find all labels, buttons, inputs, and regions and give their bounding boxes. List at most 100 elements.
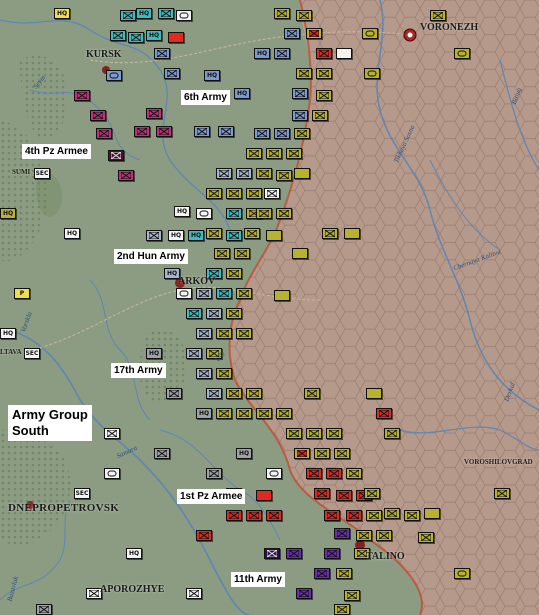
unit-counter[interactable] xyxy=(314,488,330,499)
unit-counter[interactable] xyxy=(274,8,290,19)
unit-counter[interactable] xyxy=(96,128,112,139)
unit-counter[interactable] xyxy=(176,288,192,299)
unit-counter[interactable] xyxy=(226,208,242,219)
unit-counter[interactable] xyxy=(186,588,202,599)
unit-counter[interactable] xyxy=(266,468,282,479)
unit-counter[interactable] xyxy=(206,188,222,199)
unit-counter[interactable] xyxy=(216,168,232,179)
unit-counter[interactable] xyxy=(186,348,202,359)
unit-counter[interactable]: P xyxy=(14,288,30,299)
unit-counter[interactable] xyxy=(196,208,212,219)
unit-counter[interactable] xyxy=(366,510,382,521)
unit-counter[interactable] xyxy=(108,150,124,161)
unit-counter[interactable] xyxy=(196,288,212,299)
unit-counter[interactable] xyxy=(214,248,230,259)
unit-counter[interactable] xyxy=(334,604,350,615)
unit-counter[interactable] xyxy=(326,428,342,439)
unit-counter[interactable] xyxy=(186,308,202,319)
unit-counter[interactable] xyxy=(276,170,292,181)
unit-counter[interactable] xyxy=(226,308,242,319)
unit-counter[interactable] xyxy=(104,468,120,479)
unit-counter[interactable] xyxy=(218,126,234,137)
unit-counter[interactable] xyxy=(256,408,272,419)
unit-counter[interactable] xyxy=(276,408,292,419)
unit-counter[interactable] xyxy=(336,490,352,501)
unit-counter[interactable] xyxy=(206,388,222,399)
unit-counter[interactable] xyxy=(384,428,400,439)
unit-counter[interactable]: HQ xyxy=(254,48,270,59)
unit-counter[interactable] xyxy=(196,368,212,379)
unit-counter[interactable] xyxy=(276,208,292,219)
unit-counter[interactable]: HQ xyxy=(64,228,80,239)
unit-counter[interactable] xyxy=(120,10,136,21)
unit-counter[interactable] xyxy=(36,604,52,615)
unit-counter[interactable] xyxy=(326,468,342,479)
unit-counter[interactable] xyxy=(158,8,174,19)
unit-counter[interactable]: SEC xyxy=(74,488,90,499)
unit-counter[interactable]: SEC xyxy=(24,348,40,359)
unit-counter[interactable] xyxy=(256,208,272,219)
unit-counter[interactable] xyxy=(316,90,332,101)
unit-counter[interactable] xyxy=(244,228,260,239)
unit-counter[interactable] xyxy=(418,532,434,543)
unit-counter[interactable] xyxy=(292,248,308,259)
unit-counter[interactable] xyxy=(306,468,322,479)
unit-counter[interactable] xyxy=(264,188,280,199)
unit-counter[interactable] xyxy=(128,32,144,43)
unit-counter[interactable] xyxy=(266,148,282,159)
unit-counter[interactable] xyxy=(164,68,180,79)
unit-counter[interactable] xyxy=(216,288,232,299)
unit-counter[interactable] xyxy=(146,108,162,119)
unit-counter[interactable] xyxy=(376,530,392,541)
unit-counter[interactable] xyxy=(336,48,352,59)
unit-counter[interactable] xyxy=(206,228,222,239)
unit-counter[interactable] xyxy=(454,568,470,579)
unit-counter[interactable] xyxy=(194,126,210,137)
unit-counter[interactable] xyxy=(430,10,446,21)
unit-counter[interactable] xyxy=(274,290,290,301)
unit-counter[interactable] xyxy=(236,328,252,339)
unit-counter[interactable] xyxy=(226,230,242,241)
unit-counter[interactable] xyxy=(494,488,510,499)
unit-counter[interactable] xyxy=(306,28,322,39)
unit-counter[interactable] xyxy=(90,110,106,121)
unit-counter[interactable] xyxy=(264,548,280,559)
unit-counter[interactable] xyxy=(366,388,382,399)
unit-counter[interactable] xyxy=(334,448,350,459)
unit-counter[interactable] xyxy=(118,170,134,181)
unit-counter[interactable]: HQ xyxy=(0,328,16,339)
unit-counter[interactable]: HQ xyxy=(188,230,204,241)
unit-counter[interactable]: HQ xyxy=(234,88,250,99)
unit-counter[interactable] xyxy=(236,168,252,179)
unit-counter[interactable] xyxy=(110,30,126,41)
unit-counter[interactable] xyxy=(216,328,232,339)
unit-counter[interactable] xyxy=(206,308,222,319)
unit-counter[interactable]: HQ xyxy=(0,208,16,219)
unit-counter[interactable] xyxy=(336,568,352,579)
unit-counter[interactable] xyxy=(316,48,332,59)
unit-counter[interactable] xyxy=(256,168,272,179)
unit-counter[interactable] xyxy=(168,32,184,43)
unit-counter[interactable] xyxy=(346,510,362,521)
unit-counter[interactable] xyxy=(166,388,182,399)
unit-counter[interactable] xyxy=(314,448,330,459)
unit-counter[interactable] xyxy=(154,448,170,459)
unit-counter[interactable] xyxy=(176,10,192,21)
unit-counter[interactable] xyxy=(364,68,380,79)
unit-counter[interactable]: HQ xyxy=(126,548,142,559)
unit-counter[interactable] xyxy=(312,110,328,121)
unit-counter[interactable]: HQ xyxy=(54,8,70,19)
unit-counter[interactable] xyxy=(266,510,282,521)
unit-counter[interactable] xyxy=(454,48,470,59)
unit-counter[interactable] xyxy=(334,528,350,539)
unit-counter[interactable] xyxy=(304,388,320,399)
unit-counter[interactable] xyxy=(344,590,360,601)
unit-counter[interactable] xyxy=(384,508,400,519)
unit-counter[interactable] xyxy=(364,488,380,499)
strategic-map[interactable]: HQ HQ HQ HQ HQ HQ SEC HQ HQ HQ HQ HQ HQ … xyxy=(0,0,539,615)
unit-counter[interactable] xyxy=(236,288,252,299)
unit-counter[interactable] xyxy=(286,428,302,439)
unit-counter[interactable] xyxy=(324,510,340,521)
unit-counter[interactable] xyxy=(346,468,362,479)
unit-counter[interactable] xyxy=(322,228,338,239)
